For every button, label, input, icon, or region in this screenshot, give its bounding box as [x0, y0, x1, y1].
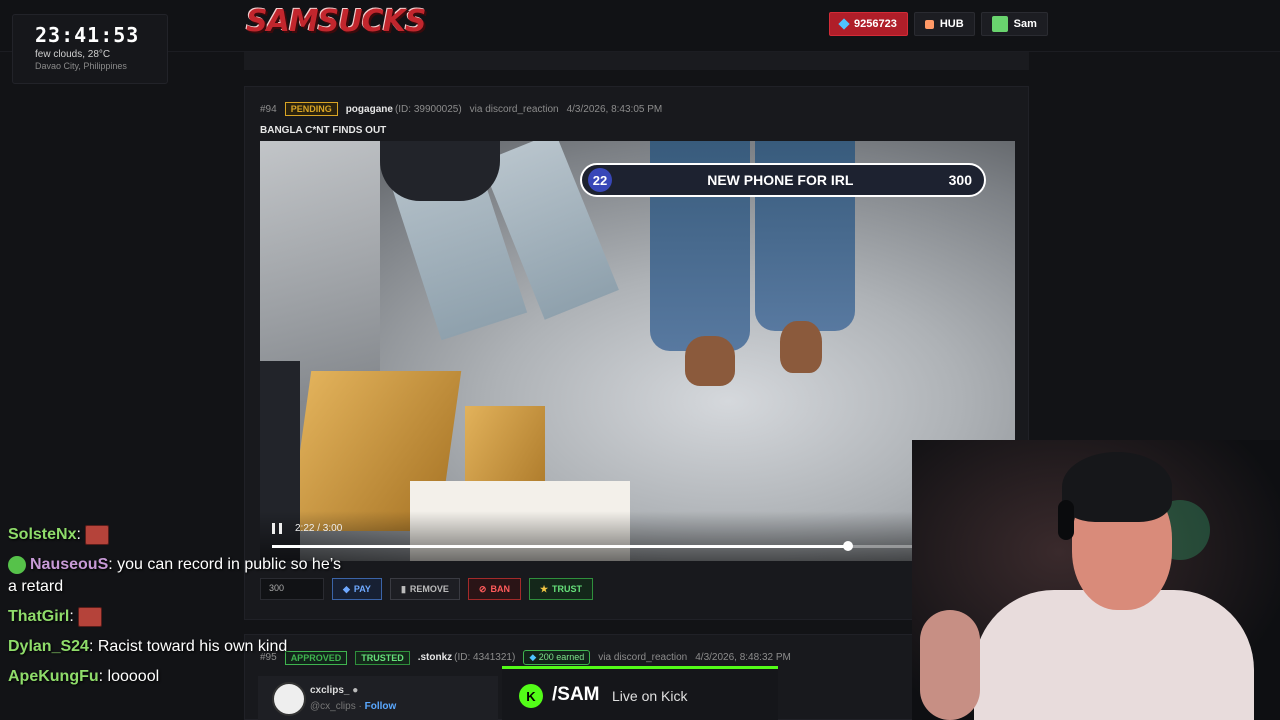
chat-message: ApeKungFu: loooool [8, 668, 160, 685]
goal-overlay: 22 NEW PHONE FOR IRL 300 [580, 163, 986, 197]
chat-username: ApeKungFu [8, 668, 99, 685]
ban-label: BAN [490, 584, 510, 594]
chat-username: NauseouS [30, 556, 109, 573]
kick-banner: K /SAM Live on Kick [502, 666, 778, 720]
chat-message: ThatGirl: [0, 602, 362, 632]
seek-handle[interactable] [842, 541, 853, 551]
video-shoe [685, 336, 735, 386]
video-player[interactable]: 22 NEW PHONE FOR IRL 300 2:22 / 3:00 🔊 ⋮ [260, 141, 1015, 561]
seek-bar[interactable] [272, 541, 1002, 551]
emote-icon [85, 524, 110, 545]
diamond-icon: ◆ [529, 652, 537, 662]
follow-button[interactable]: Follow [365, 701, 397, 712]
top-bar: SAMSUCKS 9256723 HUB Sam [0, 0, 1280, 52]
embed-handle: @cx_clips [310, 701, 356, 712]
diamond-icon [838, 18, 850, 30]
video-shoe [780, 321, 822, 373]
stream-layout: SAMSUCKS 9256723 HUB Sam 23:41:53 few cl… [0, 0, 1280, 720]
ban-icon: ⊘ [478, 583, 487, 594]
goal-rank: 22 [588, 168, 612, 192]
trust-button[interactable]: ★ TRUST [528, 578, 594, 600]
clock-widget: 23:41:53 few clouds, 28°C Davao City, Ph… [12, 14, 168, 84]
user-name: Sam [1013, 18, 1037, 30]
site-logo[interactable]: SAMSUCKS [246, 4, 427, 39]
kick-status: Live on Kick [612, 688, 688, 704]
webcam-person [1062, 452, 1172, 522]
submission-timestamp: 4/3/2026, 8:43:05 PM [566, 103, 663, 115]
webcam-person [920, 610, 980, 720]
embed-separator: · [358, 701, 362, 712]
weather-text: few clouds, 28°C [35, 49, 111, 60]
chat-username: ThatGirl [8, 608, 70, 625]
chat-username: Dylan_S24 [8, 638, 89, 655]
submission-timestamp: 4/3/2026, 8:48:32 PM [695, 652, 791, 663]
trusted-badge: TRUSTED [355, 650, 410, 665]
chat-text: loooool [107, 668, 160, 685]
submitter-id: (ID: 39900025) [394, 103, 462, 115]
location-text: Davao City, Philippines [35, 61, 127, 71]
points-value: 9256723 [854, 18, 897, 30]
chat-message: Dylan_S24: Racist toward his own kind [8, 638, 288, 655]
emote-icon [78, 606, 103, 627]
frog-emote-icon [8, 555, 26, 574]
video-figure [380, 141, 500, 201]
star-icon: ★ [539, 583, 549, 594]
headset-icon [1058, 500, 1074, 540]
earned-badge: ◆ 200 earned [523, 650, 591, 665]
ban-button[interactable]: ⊘ BAN [467, 578, 521, 600]
player-controls: 2:22 / 3:00 🔊 ⋮ [260, 511, 1015, 561]
chat-message: NauseouS: you can record in public so he… [8, 555, 341, 595]
chat-text: Racist toward his own kind [97, 638, 288, 655]
trash-icon: ▮ [400, 583, 406, 594]
status-badge: PENDING [284, 102, 338, 116]
user-menu-button[interactable]: Sam [980, 12, 1048, 36]
points-button[interactable]: 9256723 [829, 12, 908, 36]
earned-label: 200 earned [538, 652, 585, 662]
submission-meta: #94 PENDING pogagane (ID: 39900025) via … [260, 102, 662, 116]
remove-label: REMOVE [409, 584, 449, 594]
hub-icon [924, 19, 934, 29]
webcam-feed [912, 440, 1280, 720]
remove-button[interactable]: ▮ REMOVE [389, 578, 460, 600]
previous-card-edge [244, 52, 1029, 70]
kick-channel: /SAM [552, 684, 600, 705]
goal-value: 300 [948, 172, 972, 188]
kick-logo-icon: K [519, 684, 543, 708]
chat-username: SolsteNx [8, 526, 77, 543]
hub-label: HUB [939, 18, 964, 30]
submitter-id: (ID: 4341321) [454, 652, 516, 663]
chat-overlay: SolsteNx: NauseouS: you can record in pu… [0, 520, 362, 692]
embed-handle-row: @cx_clips · Follow [310, 701, 396, 712]
submission-index: #94 [260, 103, 277, 115]
submission-source: via discord_reaction [469, 103, 559, 115]
trust-label: TRUST [552, 584, 583, 594]
submitter-name[interactable]: .stonkz [418, 652, 452, 663]
chat-message: SolsteNx: [0, 520, 362, 550]
goal-label: NEW PHONE FOR IRL [707, 172, 854, 188]
submitter-name[interactable]: pogagane [346, 104, 393, 115]
avatar [991, 16, 1008, 32]
submission-source: via discord_reaction [598, 652, 688, 663]
clock-time: 23:41:53 [35, 23, 140, 47]
hub-button[interactable]: HUB [913, 12, 975, 36]
header-actions: 9256723 HUB Sam [829, 12, 1048, 36]
submission-title: BANGLA C*NT FINDS OUT [260, 125, 387, 136]
